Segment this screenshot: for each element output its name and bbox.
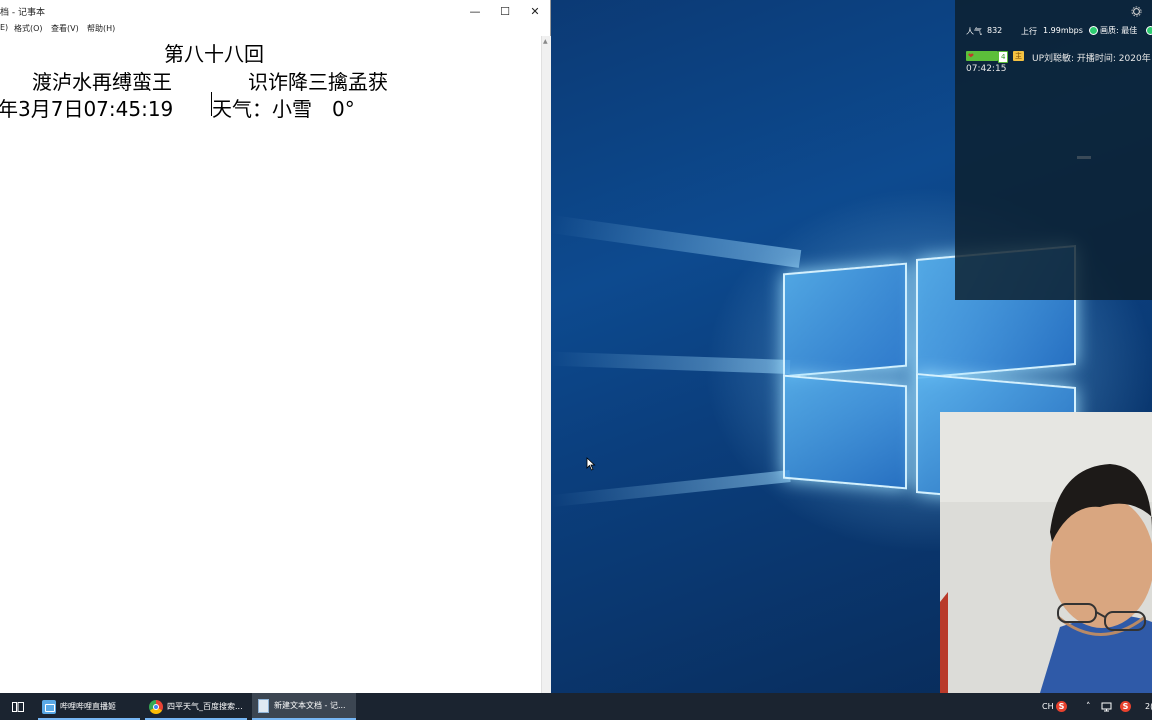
webcam-feed bbox=[940, 412, 1152, 693]
notepad-window[interactable]: 档 - 记事本 — ☐ ✕ E) 格式(O) 查看(V) 帮助(H) 第八十八回… bbox=[0, 0, 551, 693]
menu-help[interactable]: 帮助(H) bbox=[87, 23, 115, 34]
webcam-person-image bbox=[940, 412, 1152, 693]
light-beam bbox=[551, 215, 802, 268]
status-dot-icon bbox=[1146, 26, 1152, 35]
task-view-icon bbox=[12, 701, 24, 712]
notepad-icon bbox=[258, 698, 269, 713]
date-line: 年3月7日07:45:19 bbox=[0, 97, 174, 121]
taskbar-app-label: 哔哩哔哩直播姬 bbox=[60, 702, 116, 711]
text-caret bbox=[211, 92, 212, 116]
minimize-button[interactable]: — bbox=[460, 0, 490, 22]
text-editor-area[interactable]: 第八十八回 渡泸水再缚蛮王 识诈降三擒孟获 年3月7日07:45:19 天气：小… bbox=[0, 36, 541, 693]
chevron-up-icon[interactable]: ˄ bbox=[1086, 693, 1091, 720]
heart-icon: ❤ bbox=[968, 52, 974, 60]
taskbar: 哔哩哔哩直播姬 四平天气_百度搜索... 新建文本文档 - 记... CH S … bbox=[0, 693, 1152, 720]
quality-indicator: 画质: 最佳 bbox=[1089, 25, 1137, 36]
menu-edit[interactable]: E) bbox=[0, 23, 8, 32]
menu-view[interactable]: 查看(V) bbox=[51, 23, 79, 34]
taskbar-app-label: 新建文本文档 - 记... bbox=[274, 701, 346, 710]
up-info-text: UP刘聪敏: 开播时间: 2020年 bbox=[1032, 54, 1151, 64]
sogou-ime-icon[interactable]: S bbox=[1056, 693, 1067, 720]
weather-line: 天气：小雪 0° bbox=[212, 97, 355, 121]
menu-bar: E) 格式(O) 查看(V) 帮助(H) bbox=[0, 22, 550, 36]
stream-status-overlay: 人气 832 上行 1.99mbps 画质: 最佳 ❤ 4 主 UP刘聪敏: 开… bbox=[955, 0, 1152, 300]
scroll-up-icon[interactable]: ▲ bbox=[543, 38, 548, 45]
start-time: 07:42:15 bbox=[966, 64, 1007, 74]
network-icon[interactable] bbox=[1101, 693, 1113, 720]
popularity-label: 人气 bbox=[966, 27, 982, 36]
taskbar-app-label: 四平天气_百度搜索... bbox=[167, 702, 243, 711]
notepad-titlebar[interactable]: 档 - 记事本 — ☐ ✕ bbox=[0, 0, 550, 22]
sogou-ime-icon[interactable]: S bbox=[1120, 693, 1131, 720]
windows-logo-pane bbox=[783, 262, 907, 378]
light-beam bbox=[549, 351, 791, 374]
window-title: 档 - 记事本 bbox=[0, 8, 45, 18]
chrome-icon bbox=[149, 699, 163, 714]
overlay-divider bbox=[1077, 156, 1091, 159]
upload-value: 1.99mbps bbox=[1043, 26, 1083, 35]
windows-logo-pane bbox=[783, 374, 907, 490]
level-badge: 4 bbox=[998, 51, 1009, 63]
gear-icon[interactable] bbox=[1131, 6, 1142, 17]
heading-right: 识诈降三擒孟获 bbox=[248, 70, 388, 94]
close-button[interactable]: ✕ bbox=[520, 0, 550, 22]
popularity-value: 832 bbox=[987, 26, 1003, 35]
clock[interactable]: 2( bbox=[1145, 693, 1152, 720]
vertical-scrollbar[interactable]: ▲ bbox=[541, 36, 551, 693]
maximize-button[interactable]: ☐ bbox=[490, 0, 520, 22]
bilibili-live-icon bbox=[42, 699, 56, 714]
fan-medal-badge: ❤ bbox=[966, 51, 998, 61]
taskbar-app-chrome[interactable]: 四平天气_百度搜索... bbox=[145, 693, 251, 720]
upload-label: 上行 bbox=[1021, 27, 1037, 36]
taskbar-app-notepad[interactable]: 新建文本文档 - 记... bbox=[252, 693, 356, 720]
mouse-cursor-icon bbox=[586, 457, 596, 471]
chapter-line: 第八十八回 bbox=[164, 42, 264, 66]
taskbar-app-bilibili[interactable]: 哔哩哔哩直播姬 bbox=[38, 693, 144, 720]
status-dot-icon bbox=[1089, 26, 1098, 35]
ime-indicator[interactable]: CH bbox=[1042, 693, 1054, 720]
light-beam bbox=[550, 470, 791, 508]
heading-left: 渡泸水再缚蛮王 bbox=[32, 70, 172, 94]
task-view-button[interactable] bbox=[8, 693, 28, 720]
menu-format[interactable]: 格式(O) bbox=[14, 23, 43, 34]
host-badge: 主 bbox=[1013, 51, 1024, 61]
